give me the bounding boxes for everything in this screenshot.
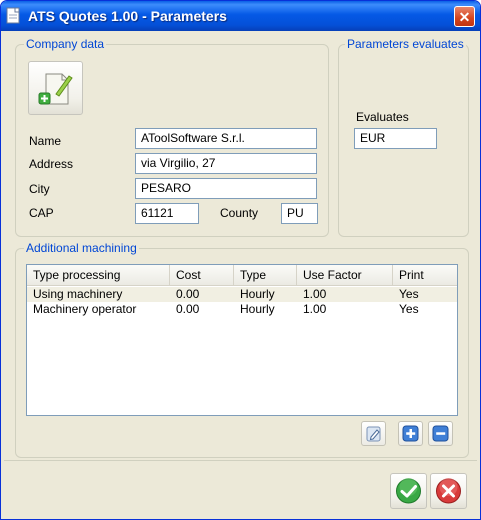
add-icon (402, 425, 419, 442)
cap-field[interactable]: 61121 (135, 203, 199, 224)
table-header: Type processing Cost Type Use Factor Pri… (27, 265, 457, 286)
evaluates-label: Evaluates (356, 110, 409, 124)
city-field[interactable]: PESARO (135, 178, 317, 199)
close-button[interactable]: ✕ (454, 6, 475, 27)
cancel-icon (436, 478, 461, 504)
footer-divider (4, 460, 477, 461)
parameters-evaluates-title: Parameters evaluates (345, 37, 466, 51)
new-document-icon (38, 73, 73, 105)
close-icon: ✕ (458, 9, 471, 25)
address-label: Address (29, 157, 74, 171)
table-cell: Yes (399, 287, 419, 301)
evaluates-field[interactable]: EUR (354, 128, 437, 149)
parameters-window: ATS Quotes 1.00 - Parameters ✕ Company d… (0, 0, 481, 520)
checkmark-icon (396, 478, 421, 504)
edit-row-button[interactable] (361, 421, 386, 446)
table-cell: 1.00 (303, 302, 327, 316)
address-field[interactable]: via Virgilio, 27 (135, 153, 317, 174)
name-field[interactable]: AToolSoftware S.r.l. (135, 128, 317, 149)
column-header[interactable]: Cost (170, 265, 234, 285)
cap-label: CAP (29, 206, 54, 220)
table-cell: 0.00 (176, 302, 200, 316)
column-header[interactable]: Use Factor (297, 265, 393, 285)
table-cell: 0.00 (176, 287, 200, 301)
cancel-button[interactable] (430, 473, 467, 509)
company-data-title: Company data (24, 37, 107, 51)
remove-icon (432, 425, 449, 442)
table-cell: Hourly (240, 287, 275, 301)
county-field[interactable]: PU (281, 203, 318, 224)
edit-icon (366, 426, 381, 442)
column-header[interactable]: Type processing (27, 265, 170, 285)
table-cell: Yes (399, 302, 419, 316)
ok-button[interactable] (390, 473, 427, 509)
window-title: ATS Quotes 1.00 - Parameters (28, 8, 227, 24)
table-cell: Hourly (240, 302, 275, 316)
title-bar[interactable]: ATS Quotes 1.00 - Parameters ✕ (1, 1, 480, 31)
table-cell: 1.00 (303, 287, 327, 301)
column-header[interactable]: Type (234, 265, 297, 285)
add-row-button[interactable] (398, 421, 423, 446)
table-row[interactable]: Using machinery 0.00 Hourly 1.00 Yes (27, 287, 457, 302)
name-label: Name (29, 134, 62, 148)
table-cell: Machinery operator (33, 302, 137, 316)
dialog-body: Company data Name AToolSoftware S.r.l. A… (4, 31, 477, 516)
app-icon (6, 7, 20, 24)
logo-button[interactable] (28, 61, 83, 115)
table-cell: Using machinery (33, 287, 123, 301)
county-label: County (220, 206, 259, 220)
city-label: City (29, 182, 50, 196)
remove-row-button[interactable] (428, 421, 453, 446)
additional-machining-title: Additional machining (24, 241, 139, 255)
table-row[interactable]: Machinery operator 0.00 Hourly 1.00 Yes (27, 302, 457, 317)
column-header[interactable]: Print (393, 265, 457, 285)
machining-table[interactable]: Type processing Cost Type Use Factor Pri… (26, 264, 458, 416)
